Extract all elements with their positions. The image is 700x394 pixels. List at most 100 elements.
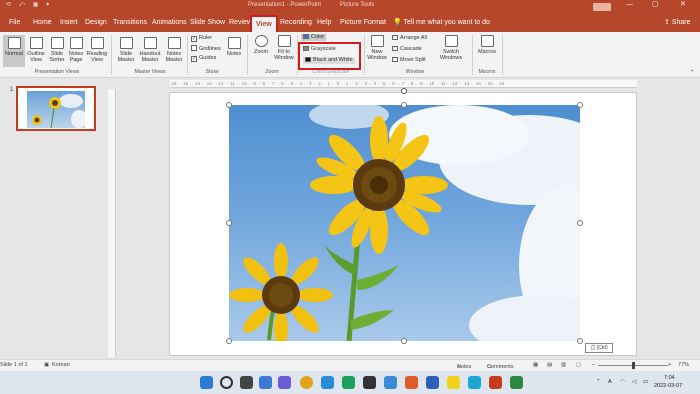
tray-chevron-icon[interactable]: ⌃ <box>596 379 601 386</box>
user-account[interactable] <box>593 3 611 11</box>
rotate-handle-icon[interactable] <box>401 88 407 94</box>
arrange-all-icon <box>392 35 398 40</box>
minimize-button[interactable]: — <box>626 0 633 10</box>
slide-master-button[interactable]: Slide Master <box>115 37 137 63</box>
spelling-icon[interactable]: ▣ <box>44 362 49 369</box>
reading-view-icon[interactable]: ▥ <box>561 362 566 369</box>
slide-thumbnail[interactable] <box>16 86 96 131</box>
tab-animations[interactable]: Animations <box>152 18 187 28</box>
chat-icon[interactable] <box>278 376 291 389</box>
language-indicator[interactable]: A <box>608 379 612 386</box>
quick-access-toolbar[interactable]: ⟲ ⤺ ▣ ▾ <box>6 0 52 10</box>
slideshow-icon[interactable]: ▢ <box>576 362 581 369</box>
lightbulb-icon: 💡 <box>393 19 404 26</box>
kakaotalk-icon[interactable] <box>447 376 460 389</box>
normal-view-button[interactable]: Normal <box>3 35 25 67</box>
handout-master-button[interactable]: Handout Master <box>138 37 162 63</box>
switch-windows-button[interactable]: Switch Windows <box>436 35 466 61</box>
app-icon[interactable] <box>468 376 481 389</box>
fit-to-window-button[interactable]: Fit to Window <box>272 35 296 61</box>
slide-sorter-icon[interactable]: ▤ <box>547 362 552 369</box>
task-view-icon[interactable] <box>240 376 253 389</box>
paste-options-label: (Ctrl) <box>596 345 608 351</box>
app-icon[interactable] <box>363 376 376 389</box>
widgets-icon[interactable] <box>259 376 272 389</box>
slide-sorter-button[interactable]: Slide Sorter <box>47 37 67 63</box>
close-button[interactable]: ✕ <box>680 0 686 10</box>
search-icon[interactable] <box>220 376 233 389</box>
resize-handle[interactable] <box>401 338 407 344</box>
edge-icon[interactable] <box>321 376 334 389</box>
share-button[interactable]: ⇪ Share <box>664 18 691 28</box>
clock-time[interactable]: 7:04 <box>664 375 675 382</box>
app-icon[interactable] <box>426 376 439 389</box>
thumbnail-image <box>27 91 87 129</box>
tab-file[interactable]: File <box>9 18 20 28</box>
zoom-button[interactable]: Zoom <box>251 35 271 55</box>
zoom-out-icon[interactable]: – <box>592 362 595 369</box>
chrome-icon[interactable] <box>300 376 313 389</box>
language-status[interactable]: Korean <box>52 362 70 369</box>
app-icon[interactable] <box>384 376 397 389</box>
zoom-level[interactable]: 77% <box>678 362 689 369</box>
clock-date[interactable]: 2022-03-07 <box>654 383 682 390</box>
tab-recording[interactable]: Recording <box>280 18 312 28</box>
macros-button[interactable]: Macros <box>476 35 498 55</box>
sunflower-picture[interactable] <box>229 105 580 341</box>
notes-master-button[interactable]: Notes Master <box>163 37 185 63</box>
handout-master-icon <box>143 37 157 49</box>
app-icon[interactable] <box>405 376 418 389</box>
zoom-group-label: Zoom <box>265 69 279 75</box>
resize-handle[interactable] <box>577 220 583 226</box>
tab-transitions[interactable]: Transitions <box>113 18 147 28</box>
tab-insert[interactable]: Insert <box>60 18 78 28</box>
color-button[interactable]: Color <box>301 34 327 41</box>
zoom-slider-thumb[interactable] <box>632 362 635 369</box>
arrange-all-button[interactable]: Arrange All <box>392 35 427 42</box>
gridlines-checkbox[interactable]: Gridlines <box>191 45 221 53</box>
volume-icon[interactable]: ◁ <box>632 379 636 386</box>
resize-handle[interactable] <box>226 220 232 226</box>
notes-icon <box>227 37 241 49</box>
resize-handle[interactable] <box>577 102 583 108</box>
move-split-icon <box>392 57 398 62</box>
new-window-button[interactable]: New Window <box>366 35 388 61</box>
maximize-button[interactable]: ▢ <box>652 0 659 10</box>
reading-view-button[interactable]: Reading View <box>86 37 108 63</box>
windows-start-icon[interactable] <box>200 376 213 389</box>
normal-view-icon[interactable]: ▦ <box>533 362 538 369</box>
powerpoint-icon[interactable] <box>489 376 502 389</box>
resize-handle[interactable] <box>577 338 583 344</box>
tab-design[interactable]: Design <box>85 18 107 28</box>
tab-picture-format[interactable]: Picture Format <box>340 18 386 28</box>
tab-home[interactable]: Home <box>33 18 52 28</box>
reading-view-label: Reading View <box>86 51 108 63</box>
collapse-ribbon-icon[interactable]: ⌃ <box>690 70 695 77</box>
tell-me-search[interactable]: 💡 Tell me what you want to do <box>393 18 490 28</box>
move-split-button[interactable]: Move Split <box>392 57 426 64</box>
resize-handle[interactable] <box>226 102 232 108</box>
paste-options-button[interactable]: 📋(Ctrl) <box>585 343 613 353</box>
windows-taskbar: ⌃ A ◠ ◁ ▭ 7:04 2022-03-07 <box>0 371 700 394</box>
tab-slide-show[interactable]: Slide Show <box>190 18 225 28</box>
resize-handle[interactable] <box>226 338 232 344</box>
ruler-checkbox[interactable]: ✓ Ruler <box>191 35 212 42</box>
notes-button[interactable]: Notes <box>225 37 243 57</box>
sunflower-image <box>229 105 580 341</box>
group-divider <box>472 35 473 75</box>
notes-page-button[interactable]: Notes Page <box>67 37 85 63</box>
resize-handle[interactable] <box>401 102 407 108</box>
cascade-button[interactable]: Cascade <box>392 46 422 53</box>
guides-checkbox[interactable]: ✓ Guides <box>191 55 216 62</box>
fit-to-window-label: Fit to Window <box>274 49 294 61</box>
tab-help[interactable]: Help <box>317 18 331 28</box>
notes-status-label: Notes <box>457 364 472 370</box>
app-icon[interactable] <box>510 376 523 389</box>
battery-icon[interactable]: ▭ <box>643 379 648 386</box>
tab-review[interactable]: Review <box>229 18 252 28</box>
zoom-in-icon[interactable]: + <box>668 362 671 369</box>
app-icon[interactable] <box>342 376 355 389</box>
outline-view-button[interactable]: Outline View <box>26 37 46 63</box>
wifi-icon[interactable]: ◠ <box>620 379 625 386</box>
reading-view-icon <box>90 37 104 49</box>
